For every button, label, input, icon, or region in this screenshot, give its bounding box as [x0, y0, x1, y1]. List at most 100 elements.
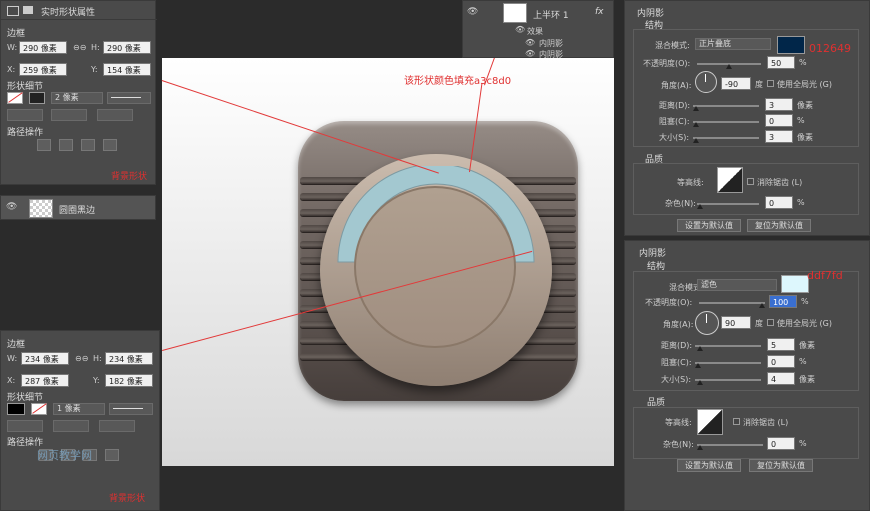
- size-slider-handle[interactable]: [693, 138, 699, 143]
- angle-field[interactable]: 90: [721, 316, 751, 329]
- opacity-slider[interactable]: [699, 302, 765, 304]
- distance-slider-handle[interactable]: [697, 346, 703, 351]
- y-field[interactable]: 182 像素: [105, 374, 153, 387]
- fx-icon[interactable]: fx: [595, 7, 604, 17]
- contour-picker[interactable]: [717, 167, 743, 193]
- choke-slider[interactable]: [695, 362, 761, 364]
- x-field[interactable]: 259 像素: [19, 63, 67, 76]
- noise-field[interactable]: 0: [765, 196, 793, 209]
- path-exclude-icon[interactable]: [103, 139, 117, 151]
- path-subtract-icon[interactable]: [59, 139, 73, 151]
- effect-inner-shadow-2[interactable]: 内阴影: [539, 49, 563, 60]
- effect-eye-icon[interactable]: 👁: [525, 49, 535, 58]
- stroke-swatch[interactable]: [31, 403, 47, 415]
- antialias-checkbox[interactable]: [747, 178, 754, 185]
- effect-inner-shadow-1[interactable]: 内阴影: [539, 38, 563, 49]
- effects-eye-icon[interactable]: 👁: [515, 25, 525, 34]
- opacity-slider-handle[interactable]: [759, 303, 765, 308]
- size-slider-handle[interactable]: [697, 380, 703, 385]
- angle-field[interactable]: -90: [721, 77, 751, 90]
- size-field[interactable]: 4: [767, 372, 795, 385]
- height-field[interactable]: 290 像素: [103, 41, 151, 54]
- set-default-button[interactable]: 设置为默认值: [677, 459, 741, 472]
- angle-dial[interactable]: [695, 311, 719, 335]
- shadow-color-swatch[interactable]: [777, 36, 805, 54]
- noise-field[interactable]: 0: [767, 437, 795, 450]
- fill-swatch[interactable]: [7, 403, 25, 415]
- corner-dropdown[interactable]: [97, 109, 133, 121]
- contour-picker[interactable]: [697, 409, 723, 435]
- size-slider[interactable]: [695, 379, 761, 381]
- y-label: Y:: [91, 65, 98, 74]
- global-light-checkbox[interactable]: [767, 80, 774, 87]
- distance-slider-handle[interactable]: [693, 106, 699, 111]
- cap-dropdown[interactable]: [53, 420, 89, 432]
- eye-icon[interactable]: 👁: [467, 7, 478, 17]
- section-border: 边框: [7, 340, 26, 350]
- reset-default-button[interactable]: 复位为默认值: [749, 459, 813, 472]
- angle-dial[interactable]: [695, 71, 717, 93]
- stroke-size-dropdown[interactable]: 1 像素: [53, 403, 105, 415]
- choke-slider[interactable]: [693, 121, 759, 123]
- stroke-swatch[interactable]: [29, 92, 45, 104]
- path-combine-icon[interactable]: [37, 139, 51, 151]
- eye-icon[interactable]: 👁: [6, 202, 17, 212]
- link-icon[interactable]: ⊖⊖: [75, 354, 88, 363]
- distance-slider[interactable]: [695, 345, 761, 347]
- stroke-style-dropdown[interactable]: [107, 92, 151, 104]
- effect-eye-icon[interactable]: 👁: [525, 38, 535, 47]
- noise-slider[interactable]: [697, 444, 763, 446]
- distance-field[interactable]: 5: [767, 338, 795, 351]
- global-light-checkbox[interactable]: [767, 319, 774, 326]
- opacity-field[interactable]: 100: [769, 295, 797, 308]
- choke-field[interactable]: 0: [765, 114, 793, 127]
- link-icon[interactable]: ⊖⊖: [73, 43, 86, 52]
- width-field[interactable]: 234 像素: [21, 352, 69, 365]
- noise-slider[interactable]: [697, 203, 759, 205]
- cap-dropdown[interactable]: [51, 109, 87, 121]
- watermark: 网页教学网: [37, 449, 92, 462]
- fill-swatch[interactable]: [7, 92, 23, 104]
- antialias-checkbox[interactable]: [733, 418, 740, 425]
- opacity-field[interactable]: 50: [767, 56, 795, 69]
- opacity-slider-handle[interactable]: [726, 64, 732, 69]
- corner-dropdown[interactable]: [99, 420, 135, 432]
- reset-default-button[interactable]: 复位为默认值: [747, 219, 811, 232]
- align-dropdown[interactable]: [7, 420, 43, 432]
- stroke-size-dropdown[interactable]: 2 像素: [51, 92, 103, 104]
- choke-slider-handle[interactable]: [695, 363, 701, 368]
- y-field[interactable]: 154 像素: [103, 63, 151, 76]
- contour-label: 等高线:: [677, 178, 704, 187]
- blend-mode-dropdown[interactable]: 正片叠底: [695, 38, 771, 50]
- dial-inner-disc: [354, 186, 516, 348]
- path-intersect-icon[interactable]: [81, 139, 95, 151]
- global-light-label: 使用全局光 (G): [777, 319, 832, 328]
- layer-item[interactable]: 👁 圆圈黑边: [0, 195, 156, 220]
- degree-label: 度: [755, 319, 763, 328]
- size-field[interactable]: 3: [765, 130, 793, 143]
- x-field[interactable]: 287 像素: [21, 374, 69, 387]
- distance-field[interactable]: 3: [765, 98, 793, 111]
- shadow-color-swatch[interactable]: [781, 275, 809, 293]
- layer-name: 圆圈黑边: [59, 206, 96, 216]
- blend-mode-dropdown[interactable]: 滤色: [697, 279, 777, 291]
- size-slider[interactable]: [693, 137, 759, 139]
- noise-slider-handle[interactable]: [697, 204, 703, 209]
- inner-shadow-panel-2: 内阴影 结构 混合模式: 滤色 ddf7fd 不透明度(O): 100 % 角度…: [624, 240, 870, 511]
- distance-slider[interactable]: [693, 105, 759, 107]
- size-label: 大小(S):: [659, 133, 690, 142]
- noise-slider-handle[interactable]: [697, 445, 703, 450]
- blend-label: 混合模式:: [655, 41, 690, 50]
- stroke-style-dropdown[interactable]: [109, 403, 153, 415]
- set-default-button[interactable]: 设置为默认值: [677, 219, 741, 232]
- height-field[interactable]: 234 像素: [105, 352, 153, 365]
- align-dropdown[interactable]: [7, 109, 43, 121]
- width-field[interactable]: 290 像素: [19, 41, 67, 54]
- choke-field[interactable]: 0: [767, 355, 795, 368]
- noise-label: 杂色(N):: [665, 199, 696, 208]
- px-label: 像素: [799, 375, 815, 384]
- degree-label: 度: [755, 80, 763, 89]
- path-exclude-icon[interactable]: [105, 449, 119, 461]
- choke-slider-handle[interactable]: [693, 122, 699, 127]
- choke-label: 阻塞(C):: [659, 117, 690, 126]
